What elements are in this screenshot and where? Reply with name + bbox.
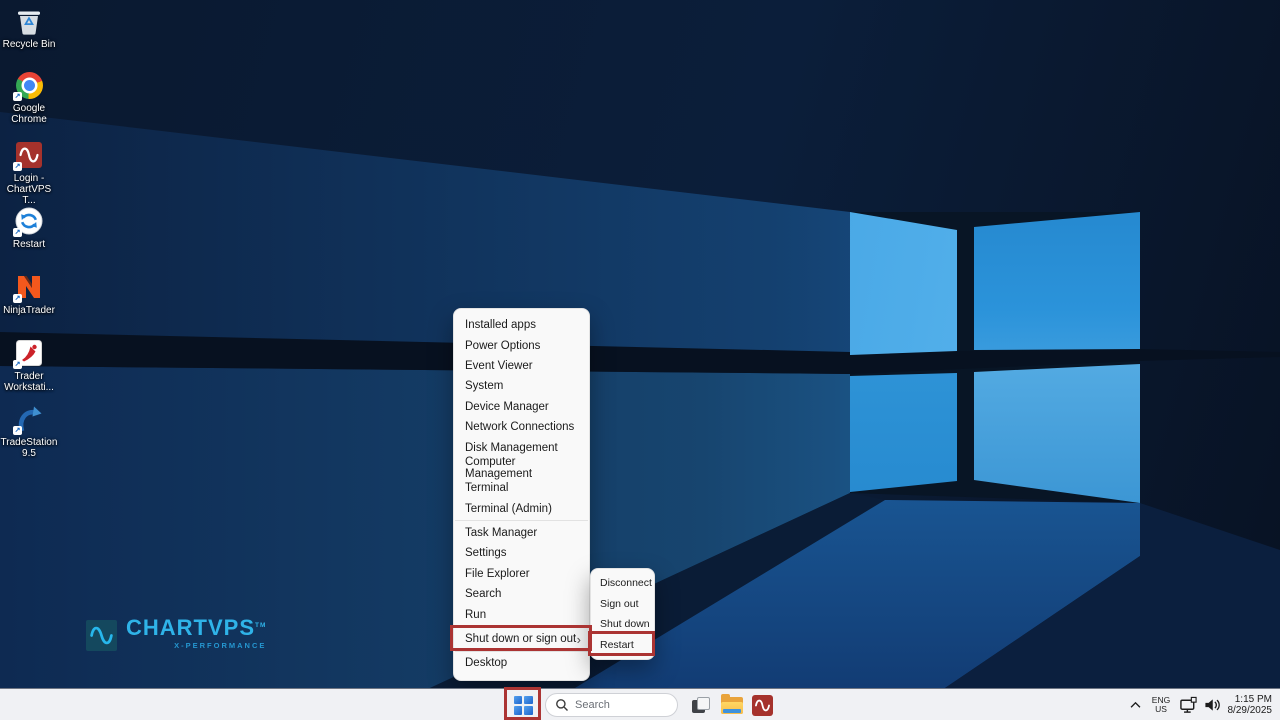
restart-icon: ↗ <box>14 206 44 236</box>
menu-item-search[interactable]: Search <box>454 584 589 604</box>
menu-separator <box>455 651 588 652</box>
folder-icon <box>721 697 743 714</box>
tray-date: 8/29/2025 <box>1224 705 1272 717</box>
search-icon <box>555 698 569 712</box>
tray-overflow-button[interactable] <box>1124 689 1146 720</box>
menu-item-power-options[interactable]: Power Options <box>454 335 589 355</box>
chartvps-app-button[interactable] <box>749 689 775 720</box>
menu-item-system[interactable]: System <box>454 376 589 396</box>
system-tray: ENG US 1:15 PM <box>1124 689 1280 720</box>
menu-item-network-connections[interactable]: Network Connections <box>454 417 589 437</box>
screen: Recycle Bin ↗ Google Chrome ↗ Login - Ch… <box>0 0 1280 720</box>
search-input[interactable] <box>575 699 670 711</box>
tradestation-icon: ↗ <box>14 404 44 434</box>
submenu-item-restart[interactable]: Restart <box>591 635 654 656</box>
watermark-brand: CHARTVPSTM <box>126 616 266 640</box>
menu-item-shut-down-or-sign-out[interactable]: Shut down or sign out › <box>454 629 589 649</box>
desktop-icon-label: Login - ChartVPS T... <box>0 173 58 206</box>
chartvps-login-icon: ↗ <box>14 140 44 170</box>
chartvps-watermark: CHARTVPSTM X-PERFORMANCE <box>86 616 266 651</box>
tray-time: 1:15 PM <box>1224 694 1272 706</box>
menu-item-task-manager[interactable]: Task Manager <box>454 523 589 543</box>
menu-separator <box>455 626 588 627</box>
watermark-text: CHARTVPSTM X-PERFORMANCE <box>126 616 266 650</box>
shortcut-arrow-icon: ↗ <box>13 92 22 101</box>
shortcut-arrow-icon: ↗ <box>13 360 22 369</box>
ninjatrader-icon: ↗ <box>14 272 44 302</box>
desktop-icon-ninjatrader[interactable]: ↗ NinjaTrader <box>0 272 58 316</box>
chrome-icon: ↗ <box>14 70 44 100</box>
desktop-icon-label: NinjaTrader <box>0 305 58 316</box>
shortcut-arrow-icon: ↗ <box>13 228 22 237</box>
menu-item-installed-apps[interactable]: Installed apps <box>454 315 589 335</box>
chevron-up-icon <box>1129 701 1142 709</box>
taskbar-search[interactable] <box>545 693 678 717</box>
desktop-icon-label: Recycle Bin <box>0 39 58 50</box>
menu-separator <box>455 520 588 521</box>
desktop-icon-label: TradeStation 9.5 <box>0 437 58 459</box>
menu-item-computer-management[interactable]: Computer Management <box>454 458 589 478</box>
menu-item-device-manager[interactable]: Device Manager <box>454 397 589 417</box>
winx-context-menu: Installed apps Power Options Event Viewe… <box>453 308 590 681</box>
desktop-icon-trader-workstation[interactable]: ↗ Trader Workstati... <box>0 338 58 393</box>
submenu-item-shut-down[interactable]: Shut down <box>591 614 654 635</box>
desktop-icon-google-chrome[interactable]: ↗ Google Chrome <box>0 70 58 125</box>
menu-item-terminal[interactable]: Terminal <box>454 478 589 498</box>
submenu-chevron-icon: › <box>577 633 581 646</box>
start-button[interactable] <box>508 689 538 720</box>
desktop-icon-recycle-bin[interactable]: Recycle Bin <box>0 6 58 50</box>
network-button[interactable] <box>1176 689 1200 720</box>
task-view-button[interactable] <box>688 689 714 720</box>
speaker-icon <box>1203 697 1221 713</box>
shortcut-arrow-icon: ↗ <box>13 426 22 435</box>
task-view-icon <box>691 695 711 715</box>
menu-item-file-explorer[interactable]: File Explorer <box>454 564 589 584</box>
menu-item-disk-management[interactable]: Disk Management <box>454 437 589 457</box>
menu-item-settings[interactable]: Settings <box>454 543 589 563</box>
submenu-item-sign-out[interactable]: Sign out <box>591 594 654 615</box>
menu-item-terminal-admin[interactable]: Terminal (Admin) <box>454 499 589 519</box>
file-explorer-button[interactable] <box>719 689 745 720</box>
menu-item-run[interactable]: Run <box>454 604 589 624</box>
desktop-icon-restart[interactable]: ↗ Restart <box>0 206 58 250</box>
desktop-icon-label: Trader Workstati... <box>0 371 58 393</box>
remote-desktop-network-icon <box>1179 696 1198 714</box>
recycle-bin-icon <box>14 6 44 36</box>
clock[interactable]: 1:15 PM 8/29/2025 <box>1224 689 1280 720</box>
menu-item-desktop[interactable]: Desktop <box>454 653 589 673</box>
windows-logo-icon <box>514 696 533 715</box>
submenu-item-disconnect[interactable]: Disconnect <box>591 573 654 594</box>
desktop-icon-label: Google Chrome <box>0 103 58 125</box>
shortcut-arrow-icon: ↗ <box>13 162 22 171</box>
watermark-tm: TM <box>255 622 266 629</box>
desktop-icon-tradestation[interactable]: ↗ TradeStation 9.5 <box>0 404 58 459</box>
desktop-icon-login-chartvps[interactable]: ↗ Login - ChartVPS T... <box>0 140 58 206</box>
chartvps-app-icon <box>752 695 773 716</box>
chartvps-logo-icon <box>86 620 117 651</box>
shutdown-submenu: Disconnect Sign out Shut down Restart <box>590 568 655 660</box>
volume-button[interactable] <box>1200 689 1224 720</box>
menu-item-event-viewer[interactable]: Event Viewer <box>454 356 589 376</box>
language-indicator[interactable]: ENG US <box>1146 689 1176 720</box>
taskbar: ENG US 1:15 PM <box>0 688 1280 720</box>
shortcut-arrow-icon: ↗ <box>13 294 22 303</box>
watermark-tagline: X-PERFORMANCE <box>126 641 266 650</box>
trader-workstation-icon: ↗ <box>14 338 44 368</box>
desktop-icon-label: Restart <box>0 239 58 250</box>
